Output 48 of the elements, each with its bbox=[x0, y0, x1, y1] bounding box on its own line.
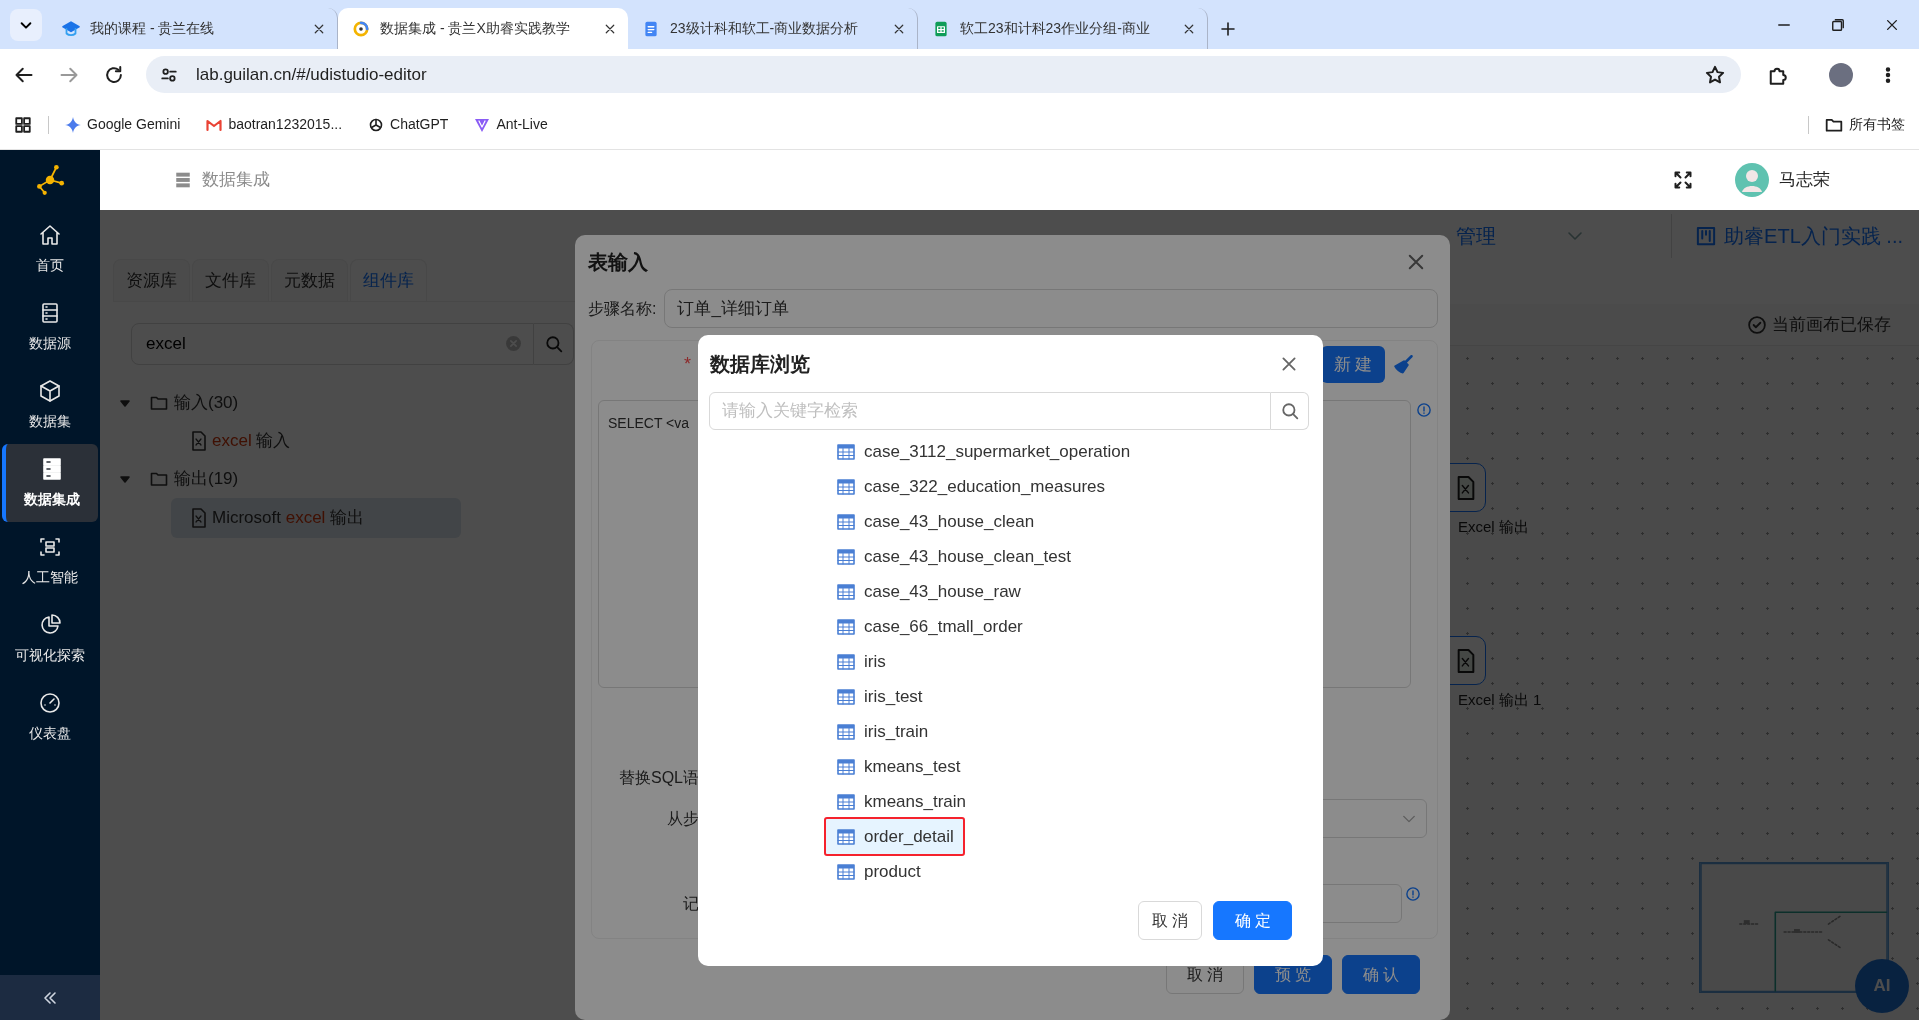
search-field[interactable]: 请输入关键字检索 bbox=[709, 392, 1271, 430]
field-label: 记 bbox=[682, 893, 699, 914]
table-item[interactable]: case_43_house_clean_test bbox=[824, 539, 1082, 574]
bookmark[interactable]: Google Gemini bbox=[65, 114, 181, 135]
sidebar-item[interactable]: 仪表盘 bbox=[2, 678, 98, 756]
table-item[interactable]: case_3112_supermarket_operation bbox=[824, 434, 1142, 469]
user-name[interactable]: 马志荣 bbox=[1779, 167, 1830, 193]
node-label: Excel 输出 1 bbox=[1458, 690, 1542, 710]
tab-title: 23级计科和软工-商业数据分析 bbox=[670, 19, 860, 38]
table-item[interactable]: case_322_education_measures bbox=[824, 469, 1116, 504]
table-item[interactable]: order_detail bbox=[824, 817, 965, 856]
table-item[interactable]: product bbox=[824, 854, 932, 889]
node-label: Excel 输出 bbox=[1458, 517, 1529, 537]
confirm-button[interactable]: 确定 bbox=[1213, 901, 1292, 940]
table-item[interactable]: case_43_house_clean bbox=[824, 504, 1046, 539]
table-item[interactable]: iris_train bbox=[824, 714, 940, 749]
sidebar-item[interactable]: 首页 bbox=[2, 210, 98, 288]
dialog-title: 表输入 bbox=[588, 250, 648, 275]
field-label: 步骤名称: bbox=[588, 298, 657, 319]
tab-title: 我的课程 - 贵兰在线 bbox=[90, 19, 216, 38]
url-text: lab.guilan.cn/#/udistudio-editor bbox=[196, 63, 428, 86]
table-item[interactable]: iris_test bbox=[824, 679, 934, 714]
tab-title: 数据集成 - 贵兰X助睿实践教学 bbox=[380, 19, 571, 38]
dialog-title: 数据库浏览 bbox=[710, 351, 810, 377]
breadcrumb: 数据集成 bbox=[202, 169, 270, 192]
sidebar-item[interactable]: 数据源 bbox=[2, 288, 98, 366]
bookmark[interactable]: Ant-Live bbox=[474, 114, 548, 135]
table-item[interactable]: iris bbox=[824, 644, 897, 679]
field-label: 从步 bbox=[666, 808, 699, 829]
tab-title: 软工23和计科23作业分组-商业 bbox=[960, 19, 1151, 38]
sidebar-item[interactable]: 可视化探索 bbox=[2, 600, 98, 678]
table-item[interactable]: kmeans_test bbox=[824, 749, 972, 784]
table-item[interactable]: case_66_tmall_order bbox=[824, 609, 1034, 644]
table-item[interactable]: case_43_house_raw bbox=[824, 574, 1032, 609]
required-mark: * bbox=[684, 353, 691, 376]
field-label: 替换SQL语 bbox=[618, 767, 699, 788]
address-bar[interactable]: lab.guilan.cn/#/udistudio-editor bbox=[146, 56, 1741, 93]
bookmarks-folder[interactable]: 所有书签 bbox=[1825, 114, 1905, 135]
sidebar-item[interactable]: 数据集 bbox=[2, 366, 98, 444]
table-item[interactable]: kmeans_train bbox=[824, 784, 978, 819]
browser-tab[interactable]: 数据集成 - 贵兰X助睿实践教学 bbox=[338, 8, 628, 49]
cancel-button[interactable]: 取消 bbox=[1138, 901, 1202, 940]
sidebar-item[interactable]: 人工智能 bbox=[2, 522, 98, 600]
bookmark[interactable]: baotran1232015... bbox=[206, 114, 343, 135]
step-name-field[interactable]: 订单_详细订单 bbox=[664, 289, 1438, 328]
bookmark[interactable]: ChatGPT bbox=[368, 114, 449, 135]
sidebar-item[interactable]: 数据集成 bbox=[2, 444, 98, 522]
save-status: 当前画布已保存 bbox=[1772, 313, 1891, 336]
